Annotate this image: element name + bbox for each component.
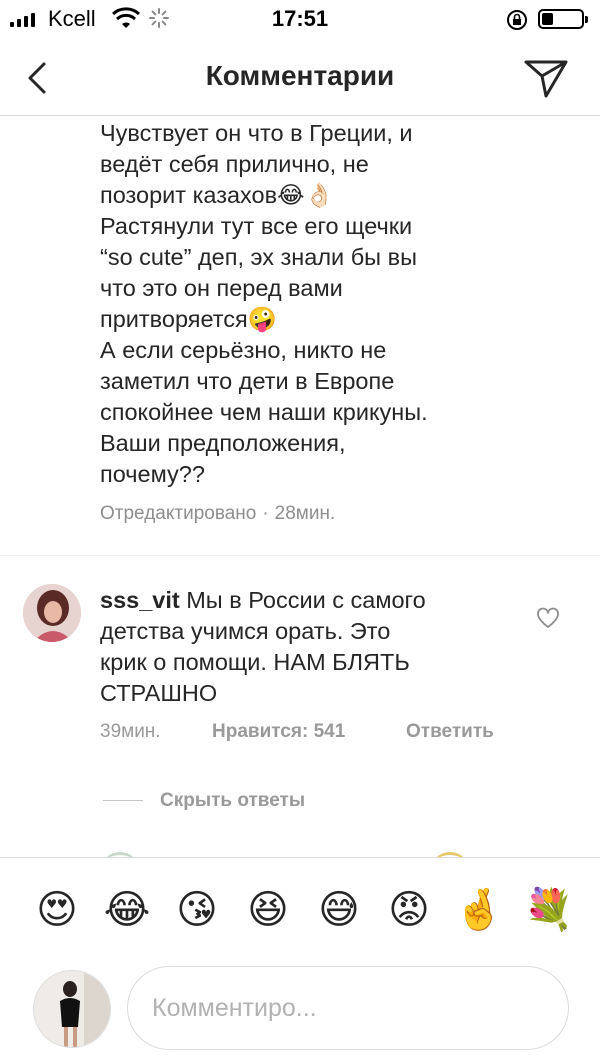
- rotation-lock-icon: [507, 10, 527, 30]
- emoji-heart-eyes[interactable]: 😍: [32, 885, 82, 935]
- comment-input[interactable]: [152, 967, 532, 1049]
- reply-button[interactable]: Ответить: [406, 721, 494, 743]
- reply-line: крик о помощи. НАМ БЛЯТЬ: [100, 649, 410, 675]
- comment-line: ведёт себя прилично, не: [100, 151, 369, 177]
- reply-line: детства учимся орать. Это: [100, 618, 391, 644]
- hide-replies-button[interactable]: Скрыть ответы: [160, 790, 305, 812]
- emoji-tears-of-joy[interactable]: 😂: [102, 885, 152, 935]
- likes-count[interactable]: Нравится: 541: [212, 721, 345, 743]
- avatar[interactable]: [23, 584, 81, 642]
- avatar-image: [23, 584, 81, 642]
- reply-username[interactable]: sss_vit: [100, 587, 180, 613]
- emoji-laughing[interactable]: 😆: [243, 885, 293, 935]
- edited-label: Отредактировано: [100, 503, 257, 524]
- divider: [0, 555, 600, 556]
- comment-body: Чувствует он что в Греции, и ведёт себя …: [100, 118, 520, 490]
- status-bar: Kcell 17:51: [0, 0, 600, 40]
- comment-line: почему??: [100, 461, 205, 487]
- comment-line: заметил что дети в Европе: [100, 368, 395, 394]
- emoji-sweat-smile[interactable]: 😅: [314, 885, 364, 935]
- reply-meta: 39мин. Нравится: 541 Ответить: [100, 721, 494, 743]
- comment-line: спокойнее чем наши крикуны.: [100, 399, 428, 425]
- reply-line: СТРАШНО: [100, 680, 218, 706]
- battery-icon: [538, 9, 588, 29]
- comment-time: 28мин.: [274, 503, 336, 524]
- reply-line-1: sss_vit Мы в России с самого: [100, 585, 520, 616]
- my-avatar: [33, 970, 111, 1048]
- emoji-crossed-fingers[interactable]: 🤞: [454, 885, 504, 935]
- paper-plane-icon[interactable]: [522, 56, 570, 100]
- reply-time: 39мин.: [100, 721, 161, 742]
- my-avatar-image: [34, 971, 110, 1047]
- comment-line: что это он перед вами: [100, 275, 343, 301]
- header-bar: Комментарии: [0, 40, 600, 116]
- comment-input-wrapper: [127, 966, 569, 1050]
- reply-body: sss_vit Мы в России с самого детства учи…: [100, 585, 520, 709]
- comment-line: “so cute” деп, эх знали бы вы: [100, 244, 417, 270]
- comment-meta: Отредактировано · 28мин.: [100, 503, 335, 525]
- composer-panel: 😍 😂 😘 😆 😅 😡 🤞 💐: [0, 857, 600, 1063]
- comment-line: Растянули тут все его щечки: [100, 213, 413, 239]
- emoji-kiss[interactable]: 😘: [172, 885, 222, 935]
- emoji-bouquet[interactable]: 💐: [524, 885, 574, 935]
- comment-line: А если серьёзно, никто не: [100, 337, 387, 363]
- emoji-angry[interactable]: 😡: [384, 885, 434, 935]
- divider-line: [103, 800, 143, 801]
- comment-line: позорит казахов😂👌🏻: [100, 182, 334, 208]
- comment-line: Чувствует он что в Греции, и: [100, 120, 413, 146]
- reply-line: Мы в России с самого: [179, 587, 426, 613]
- comment-line: Ваши предположения,: [100, 430, 346, 456]
- heart-outline-icon[interactable]: [536, 607, 560, 629]
- page-title: Комментарии: [205, 60, 395, 91]
- comment-line: притворяется🤪: [100, 306, 278, 332]
- meta-separator: ·: [262, 503, 269, 524]
